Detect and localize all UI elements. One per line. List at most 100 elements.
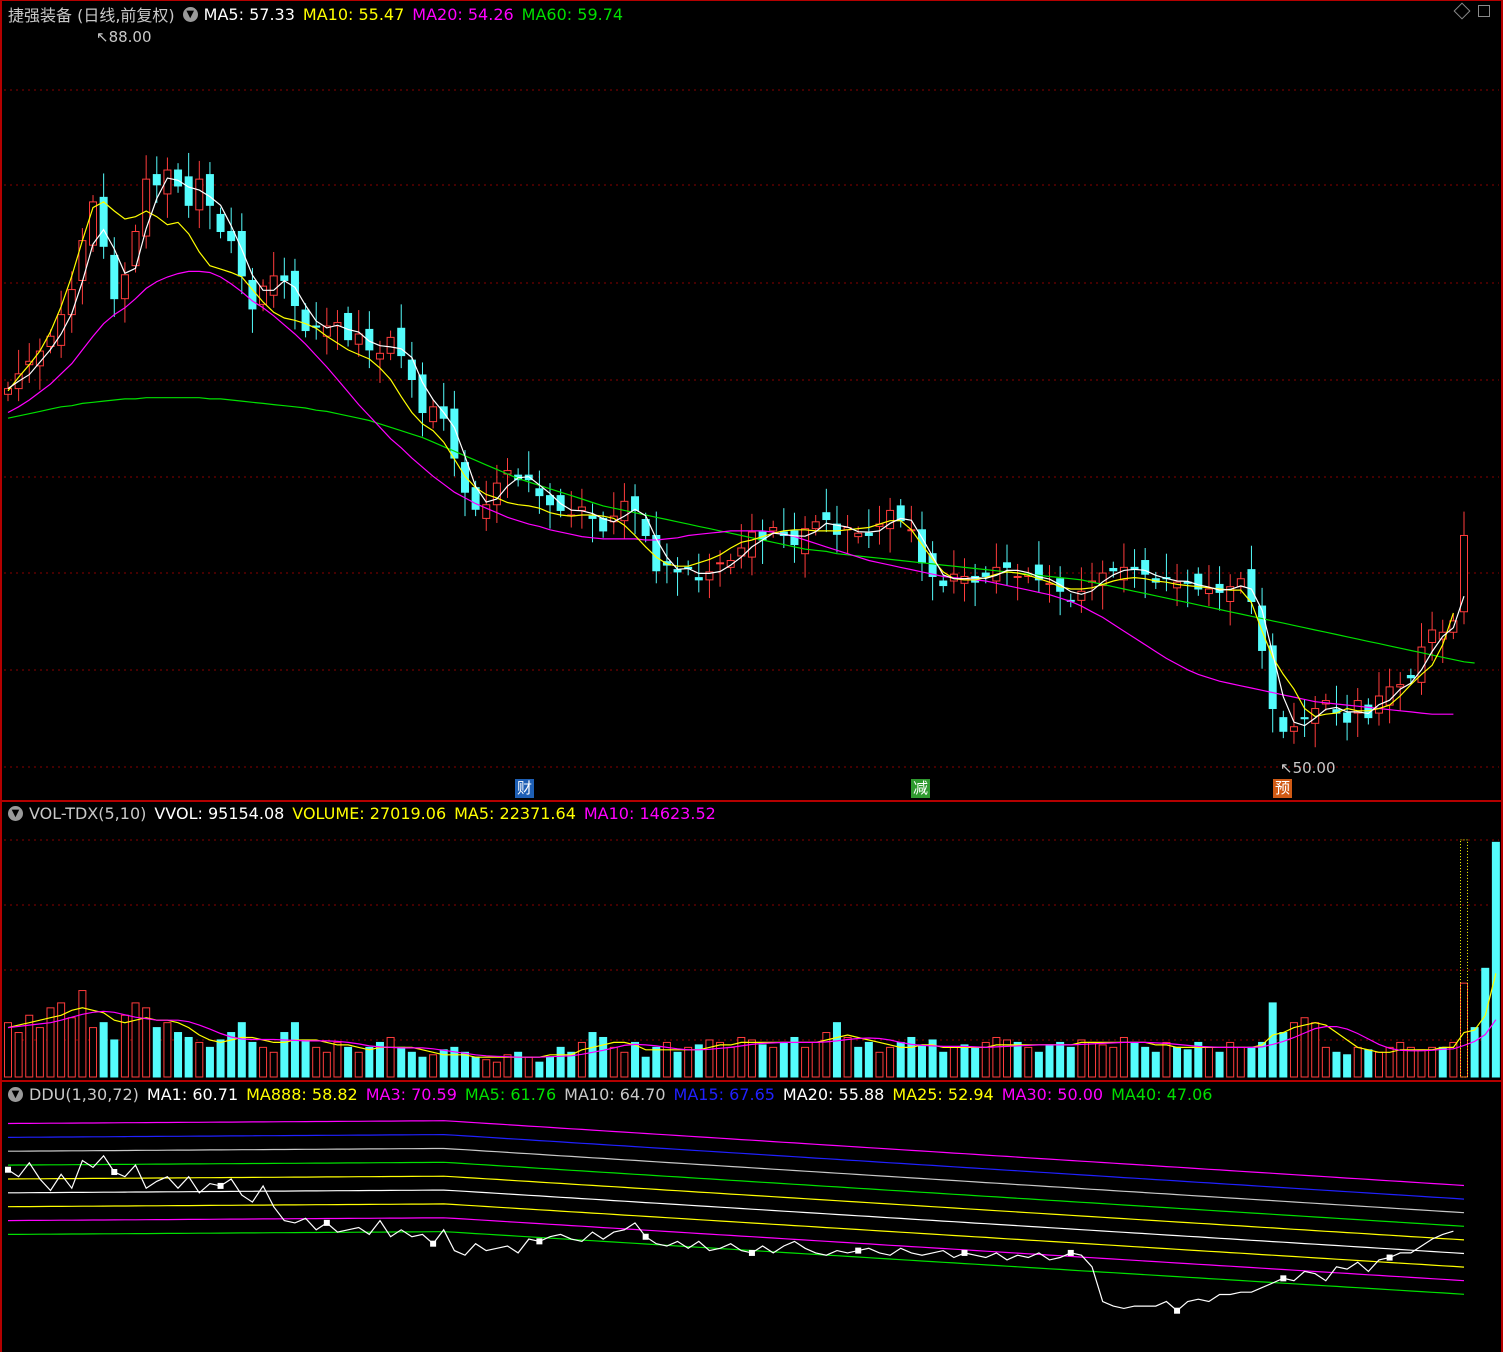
candle-body — [67, 289, 76, 316]
volume-bar — [1321, 1046, 1330, 1078]
main-indicator-3: MA60: 59.74 — [521, 4, 624, 24]
volume-bar — [673, 1051, 682, 1078]
volume-bar — [1289, 1022, 1298, 1078]
vol-indicator-1: VVOL: 95154.08 — [154, 803, 285, 823]
candle-body — [631, 496, 640, 511]
candle-body — [354, 333, 363, 345]
ddu-marker — [111, 1169, 118, 1176]
low-price-marker: ↖50.00 — [1280, 759, 1336, 777]
ddu-marker — [855, 1247, 862, 1254]
volume-bar — [290, 1022, 299, 1078]
candle-body — [716, 562, 725, 565]
event-tag-forecast[interactable]: 预 — [1273, 779, 1293, 798]
candle-body — [216, 213, 225, 233]
candle-body — [811, 521, 820, 530]
volume-bar — [1130, 1041, 1139, 1078]
volume-bar — [503, 1054, 512, 1078]
volume-panel-header: ▼ VOL-TDX(5,10) VVOL: 95154.08 VOLUME: 270… — [8, 802, 724, 824]
volume-bar — [609, 1046, 618, 1078]
volume-bar — [769, 1046, 778, 1078]
ddu-indicator-7: MA20: 55.88 — [782, 1084, 885, 1104]
stock-title[interactable]: 捷强装备 (日线,前复权) — [8, 2, 175, 26]
candle-body — [1396, 684, 1405, 688]
volume-bar — [89, 1027, 98, 1078]
volume-bar — [1109, 1046, 1118, 1078]
volume-bar — [1162, 1041, 1171, 1078]
volume-bar — [652, 1046, 661, 1078]
volume-bar — [174, 1032, 183, 1078]
volume-bar — [322, 1051, 331, 1078]
chevron-down-icon[interactable]: ▼ — [8, 1086, 23, 1102]
candle-body — [492, 482, 501, 506]
restore-icon[interactable] — [1478, 5, 1490, 17]
candle-body — [673, 569, 682, 573]
candle-body — [886, 509, 895, 530]
volume-bar — [1417, 1049, 1426, 1078]
volume-bar — [460, 1051, 469, 1078]
volume-bar — [705, 1039, 714, 1078]
volume-bar — [301, 1039, 310, 1078]
volume-bar — [960, 1044, 969, 1078]
volume-bar — [1204, 1046, 1213, 1078]
volume-bar — [514, 1051, 523, 1078]
ddu-indicator-10: MA40: 47.06 — [1111, 1084, 1213, 1104]
candle-body — [981, 572, 990, 577]
volume-bar — [811, 1041, 820, 1078]
candle-body — [152, 174, 161, 186]
chevron-down-icon[interactable]: ▼ — [8, 805, 23, 821]
volume-bar — [1141, 1046, 1150, 1078]
candle-body — [1279, 717, 1288, 732]
volume-bar — [1151, 1051, 1160, 1078]
volume-bar — [1077, 1039, 1086, 1078]
ddu-marker — [1067, 1249, 1074, 1256]
volume-bar — [429, 1054, 438, 1078]
volume-bar — [131, 1002, 140, 1078]
candle-body — [237, 231, 246, 277]
vol-indicator-0: VOL-TDX(5,10) — [29, 803, 147, 823]
candle-body — [1013, 575, 1022, 578]
volume-bar — [790, 1036, 799, 1078]
volume-bar — [4, 1022, 12, 1078]
candle-body — [195, 178, 204, 211]
candle-body — [1406, 675, 1415, 679]
ddu-marker — [1174, 1307, 1181, 1314]
volume-bar — [248, 1041, 257, 1078]
volume-bar — [854, 1046, 863, 1078]
volume-bar — [110, 1039, 119, 1078]
chevron-down-icon[interactable]: ▼ — [182, 6, 198, 22]
top-border — [0, 0, 1503, 1]
chart-canvas[interactable] — [0, 0, 1503, 1352]
candle-body — [386, 336, 395, 354]
main-indicator-2: MA20: 54.26 — [412, 4, 514, 24]
event-tag-reduce[interactable]: 减 — [911, 779, 931, 798]
ddu-band-ma40 — [8, 1231, 1465, 1295]
candle-body — [205, 174, 214, 206]
event-tag-finance[interactable]: 财 — [515, 779, 535, 798]
ddu-marker — [323, 1219, 330, 1226]
volume-bar — [1236, 1046, 1245, 1078]
volume-bar — [492, 1061, 501, 1078]
volume-bar — [1056, 1041, 1065, 1078]
volume-bar — [259, 1046, 268, 1078]
vol-indicator-3: MA5: 22371.64 — [454, 803, 576, 823]
vol-indicator-4: MA10: 14623.52 — [583, 803, 716, 823]
candle-body — [1077, 590, 1086, 601]
candle-body — [344, 312, 353, 341]
volume-bar — [1013, 1041, 1022, 1078]
candle-body — [588, 515, 597, 519]
volume-bar — [1428, 1046, 1437, 1078]
volume-bar — [1311, 1022, 1320, 1078]
volume-bar — [758, 1044, 767, 1078]
candle-body — [535, 488, 544, 497]
candle-body — [1109, 567, 1118, 572]
left-border — [0, 0, 2, 1352]
volume-bar — [269, 1051, 278, 1078]
candle-body — [174, 169, 183, 187]
volume-bar — [832, 1022, 841, 1078]
volume-bar — [365, 1046, 374, 1078]
volume-bar — [205, 1046, 214, 1078]
volume-bar — [971, 1046, 980, 1078]
candle-body — [280, 275, 289, 281]
volume-bar — [78, 990, 87, 1078]
ddu-marker — [536, 1238, 543, 1245]
